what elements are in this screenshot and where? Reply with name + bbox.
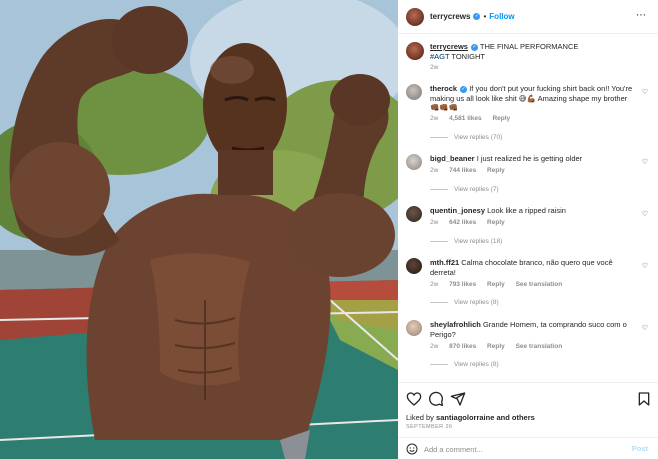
caption-content: THE FINAL PERFORMANCE [479, 42, 579, 51]
caption-username[interactable]: terrycrews [430, 42, 468, 51]
commenter-avatar[interactable] [406, 320, 422, 336]
share-icon[interactable] [450, 391, 466, 407]
comment-time: 2w [430, 219, 439, 226]
post-date: SEPTEMBER 26 [406, 424, 453, 430]
reply-button[interactable]: Reply [487, 343, 505, 350]
comment-meta: 2w 642 likes Reply [430, 219, 514, 226]
comment-likes[interactable]: 744 likes [449, 167, 476, 174]
commenter-avatar[interactable] [406, 84, 422, 100]
author-username[interactable]: terrycrews [430, 12, 470, 21]
post-comment-button[interactable]: Post [632, 444, 648, 453]
comment-text: mth.ff21 Calma chocolate branco, não que… [430, 258, 638, 277]
comment-text: sheylafrohlich Grande Homem, ta comprand… [430, 320, 638, 339]
author-avatar[interactable] [406, 42, 424, 60]
hashtag-link[interactable]: #AGT [430, 52, 449, 61]
comment-text: bigd_beaner I just realized he is gettin… [430, 154, 638, 164]
comment-meta: 2w 4,581 likes Reply [430, 115, 519, 122]
comment-time: 2w [430, 115, 439, 122]
reply-button[interactable]: Reply [487, 219, 505, 226]
reply-button[interactable]: Reply [492, 115, 510, 122]
commenter-avatar[interactable] [406, 258, 422, 274]
comment-likes[interactable]: 870 likes [449, 343, 476, 350]
follow-button[interactable]: Follow [489, 12, 514, 21]
view-replies-button[interactable]: View replies (8) [430, 299, 499, 306]
comment-content: Look like a ripped raisin [487, 206, 566, 215]
comment-time: 2w [430, 167, 439, 174]
comment-username[interactable]: bigd_beaner [430, 154, 475, 163]
post-action-bar [398, 382, 658, 414]
comment-meta: 2w 793 likes Reply See translation [430, 281, 571, 288]
comment-like-heart-icon[interactable]: ♡ [642, 210, 648, 218]
liked-by-user[interactable]: santiagolorraine [436, 413, 494, 422]
heart-icon[interactable] [406, 391, 422, 407]
comment-like-heart-icon[interactable]: ♡ [642, 324, 648, 332]
reply-button[interactable]: Reply [487, 167, 505, 174]
comment-item: therock ✓ If you don't put your fucking s… [406, 84, 650, 154]
comment-text: therock ✓ If you don't put your fucking s… [430, 84, 638, 113]
comment-item: sheylafrohlich Grande Homem, ta comprand… [406, 320, 650, 376]
caption-text: terrycrews ✓ THE FINAL PERFORMANCE #AGT T… [430, 42, 638, 61]
see-translation-button[interactable]: See translation [516, 281, 563, 288]
comment-like-heart-icon[interactable]: ♡ [642, 158, 648, 166]
comment-item: mth.ff21 Calma chocolate branco, não que… [406, 258, 650, 314]
comment-time: 2w [430, 343, 439, 350]
post-side-panel: terrycrews ✓ • Follow ⋯ terrycrews ✓ THE … [398, 0, 658, 459]
liked-by-text: Liked by santiagolorraine and others [406, 413, 535, 422]
comment-meta: 2w 870 likes Reply See translation [430, 343, 571, 350]
comment-meta: 2w 744 likes Reply [430, 167, 514, 174]
reply-button[interactable]: Reply [487, 281, 505, 288]
emoji-icon[interactable] [406, 443, 418, 455]
comment-like-heart-icon[interactable]: ♡ [642, 262, 648, 270]
comment-username[interactable]: quentin_jonesy [430, 206, 485, 215]
more-options-icon[interactable]: ⋯ [636, 10, 646, 21]
separator: • [483, 12, 487, 21]
verified-badge-icon: ✓ [470, 43, 478, 51]
verified-badge-icon: ✓ [460, 85, 468, 93]
comment-username[interactable]: mth.ff21 [430, 258, 459, 267]
comment-text: quentin_jonesy Look like a ripped raisin [430, 206, 638, 216]
add-comment-bar: Post [398, 437, 658, 459]
comments-list[interactable]: terrycrews ✓ THE FINAL PERFORMANCE #AGT T… [398, 34, 658, 380]
view-replies-button[interactable]: View replies (7) [430, 186, 499, 193]
comment-time: 2w [430, 281, 439, 288]
flexing-man-illustration [0, 0, 398, 459]
bookmark-icon[interactable] [636, 391, 652, 407]
verified-badge-icon: ✓ [473, 13, 481, 20]
view-replies-button[interactable]: View replies (8) [430, 361, 499, 368]
comment-content: I just realized he is getting older [476, 154, 583, 163]
commenter-avatar[interactable] [406, 154, 422, 170]
comment-item: bigd_beaner I just realized he is gettin… [406, 154, 650, 198]
comment-icon[interactable] [428, 391, 444, 407]
comment-username[interactable]: sheylafrohlich [430, 320, 481, 329]
comment-like-heart-icon[interactable]: ♡ [642, 88, 648, 96]
post-header: terrycrews ✓ • Follow ⋯ [398, 0, 658, 34]
comment-likes[interactable]: 793 likes [449, 281, 476, 288]
caption-content-tail: TONIGHT [449, 51, 486, 61]
post-caption: terrycrews ✓ THE FINAL PERFORMANCE #AGT T… [406, 42, 650, 74]
see-translation-button[interactable]: See translation [516, 343, 563, 350]
comment-username[interactable]: therock [430, 84, 457, 93]
post-photo[interactable] [0, 0, 398, 459]
comment-input[interactable] [424, 441, 624, 457]
view-replies-button[interactable]: View replies (70) [430, 134, 502, 141]
comment-likes[interactable]: 642 likes [449, 219, 476, 226]
comment-item: quentin_jonesy Look like a ripped raisin… [406, 206, 650, 250]
commenter-avatar[interactable] [406, 206, 422, 222]
comment-likes[interactable]: 4,581 likes [449, 115, 482, 122]
caption-time: 2w [430, 64, 439, 71]
view-replies-button[interactable]: View replies (18) [430, 238, 502, 245]
author-avatar[interactable] [406, 7, 424, 26]
